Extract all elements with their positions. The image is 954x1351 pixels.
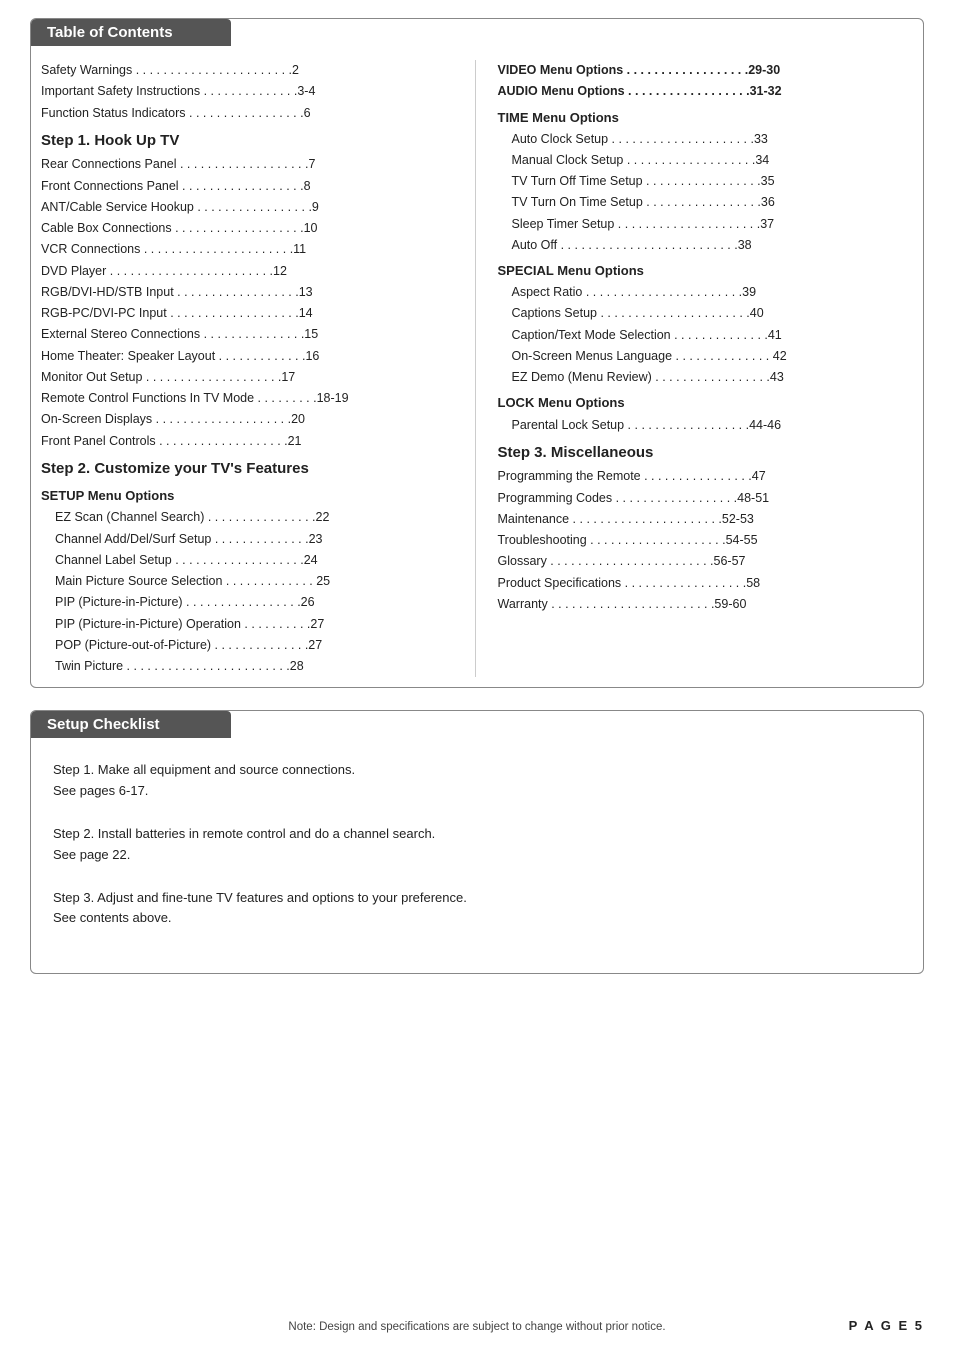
toc-entry: TV Turn Off Time Setup . . . . . . . . .… bbox=[498, 171, 914, 192]
toc-entry: Sleep Timer Setup . . . . . . . . . . . … bbox=[498, 214, 914, 235]
toc-entry: Main Picture Source Selection . . . . . … bbox=[41, 571, 457, 592]
toc-entry: Cable Box Connections . . . . . . . . . … bbox=[41, 218, 457, 239]
toc-entry: Twin Picture . . . . . . . . . . . . . .… bbox=[41, 656, 457, 677]
toc-entry: Maintenance . . . . . . . . . . . . . . … bbox=[498, 509, 914, 530]
checklist-content: Step 1. Make all equipment and source co… bbox=[31, 738, 923, 973]
toc-entry: External Stereo Connections . . . . . . … bbox=[41, 324, 457, 345]
toc-entry: Step 1. Hook Up TV bbox=[41, 128, 457, 154]
toc-entry: RGB-PC/DVI-PC Input . . . . . . . . . . … bbox=[41, 303, 457, 324]
toc-entry: POP (Picture-out-of-Picture) . . . . . .… bbox=[41, 635, 457, 656]
setup-step: Step 1. Make all equipment and source co… bbox=[53, 760, 901, 802]
toc-content: Safety Warnings . . . . . . . . . . . . … bbox=[31, 46, 923, 687]
toc-entry: Caption/Text Mode Selection . . . . . . … bbox=[498, 325, 914, 346]
toc-entry: AUDIO Menu Options . . . . . . . . . . .… bbox=[498, 81, 914, 102]
toc-header: Table of Contents bbox=[31, 19, 231, 46]
toc-entry: Auto Clock Setup . . . . . . . . . . . .… bbox=[498, 129, 914, 150]
toc-entry: RGB/DVI-HD/STB Input . . . . . . . . . .… bbox=[41, 282, 457, 303]
toc-entry: Step 2. Customize your TV's Features bbox=[41, 456, 457, 482]
footer-note: Note: Design and specifications are subj… bbox=[0, 1321, 954, 1333]
toc-entry: Front Panel Controls . . . . . . . . . .… bbox=[41, 431, 457, 452]
toc-entry: TV Turn On Time Setup . . . . . . . . . … bbox=[498, 192, 914, 213]
page-wrapper: Table of Contents Safety Warnings . . . … bbox=[0, 0, 954, 1351]
toc-entry: Auto Off . . . . . . . . . . . . . . . .… bbox=[498, 235, 914, 256]
toc-entry: Programming the Remote . . . . . . . . .… bbox=[498, 466, 914, 487]
toc-entry: LOCK Menu Options bbox=[498, 392, 914, 414]
toc-section: Table of Contents Safety Warnings . . . … bbox=[30, 18, 924, 688]
toc-entry: DVD Player . . . . . . . . . . . . . . .… bbox=[41, 261, 457, 282]
checklist-header: Setup Checklist bbox=[31, 711, 231, 738]
toc-entry: TIME Menu Options bbox=[498, 107, 914, 129]
toc-entry: Step 3. Miscellaneous bbox=[498, 440, 914, 466]
setup-step: Step 2. Install batteries in remote cont… bbox=[53, 824, 901, 866]
toc-entry: On-Screen Menus Language . . . . . . . .… bbox=[498, 346, 914, 367]
toc-entry: Front Connections Panel . . . . . . . . … bbox=[41, 176, 457, 197]
setup-step: Step 3. Adjust and fine-tune TV features… bbox=[53, 888, 901, 930]
toc-entry: VCR Connections . . . . . . . . . . . . … bbox=[41, 239, 457, 260]
toc-entry: Safety Warnings . . . . . . . . . . . . … bbox=[41, 60, 457, 81]
toc-entry: Warranty . . . . . . . . . . . . . . . .… bbox=[498, 594, 914, 615]
toc-entry: Parental Lock Setup . . . . . . . . . . … bbox=[498, 415, 914, 436]
toc-entry: Glossary . . . . . . . . . . . . . . . .… bbox=[498, 551, 914, 572]
toc-entry: Programming Codes . . . . . . . . . . . … bbox=[498, 488, 914, 509]
toc-entry: Remote Control Functions In TV Mode . . … bbox=[41, 388, 457, 409]
toc-entry: Important Safety Instructions . . . . . … bbox=[41, 81, 457, 102]
toc-entry: Troubleshooting . . . . . . . . . . . . … bbox=[498, 530, 914, 551]
toc-entry: Captions Setup . . . . . . . . . . . . .… bbox=[498, 303, 914, 324]
toc-entry: Function Status Indicators . . . . . . .… bbox=[41, 103, 457, 124]
toc-entry: On-Screen Displays . . . . . . . . . . .… bbox=[41, 409, 457, 430]
toc-entry: EZ Scan (Channel Search) . . . . . . . .… bbox=[41, 507, 457, 528]
toc-right-column: VIDEO Menu Options . . . . . . . . . . .… bbox=[476, 60, 914, 677]
toc-entry: Aspect Ratio . . . . . . . . . . . . . .… bbox=[498, 282, 914, 303]
toc-entry: Rear Connections Panel . . . . . . . . .… bbox=[41, 154, 457, 175]
checklist-header-row: Setup Checklist bbox=[31, 711, 923, 738]
toc-entry: Monitor Out Setup . . . . . . . . . . . … bbox=[41, 367, 457, 388]
page-number: P A G E 5 bbox=[849, 1318, 924, 1333]
toc-header-row: Table of Contents bbox=[31, 19, 923, 46]
toc-entry: SETUP Menu Options bbox=[41, 485, 457, 507]
toc-entry: Manual Clock Setup . . . . . . . . . . .… bbox=[498, 150, 914, 171]
footer-note-text: Note: Design and specifications are subj… bbox=[288, 1321, 665, 1333]
toc-entry: Product Specifications . . . . . . . . .… bbox=[498, 573, 914, 594]
toc-left-column: Safety Warnings . . . . . . . . . . . . … bbox=[41, 60, 476, 677]
toc-entry: EZ Demo (Menu Review) . . . . . . . . . … bbox=[498, 367, 914, 388]
toc-entry: ANT/Cable Service Hookup . . . . . . . .… bbox=[41, 197, 457, 218]
toc-entry: VIDEO Menu Options . . . . . . . . . . .… bbox=[498, 60, 914, 81]
toc-entry: SPECIAL Menu Options bbox=[498, 260, 914, 282]
toc-entry: PIP (Picture-in-Picture) . . . . . . . .… bbox=[41, 592, 457, 613]
toc-entry: Channel Add/Del/Surf Setup . . . . . . .… bbox=[41, 529, 457, 550]
setup-checklist-section: Setup Checklist Step 1. Make all equipme… bbox=[30, 710, 924, 974]
toc-entry: Channel Label Setup . . . . . . . . . . … bbox=[41, 550, 457, 571]
toc-entry: Home Theater: Speaker Layout . . . . . .… bbox=[41, 346, 457, 367]
toc-entry: PIP (Picture-in-Picture) Operation . . .… bbox=[41, 614, 457, 635]
